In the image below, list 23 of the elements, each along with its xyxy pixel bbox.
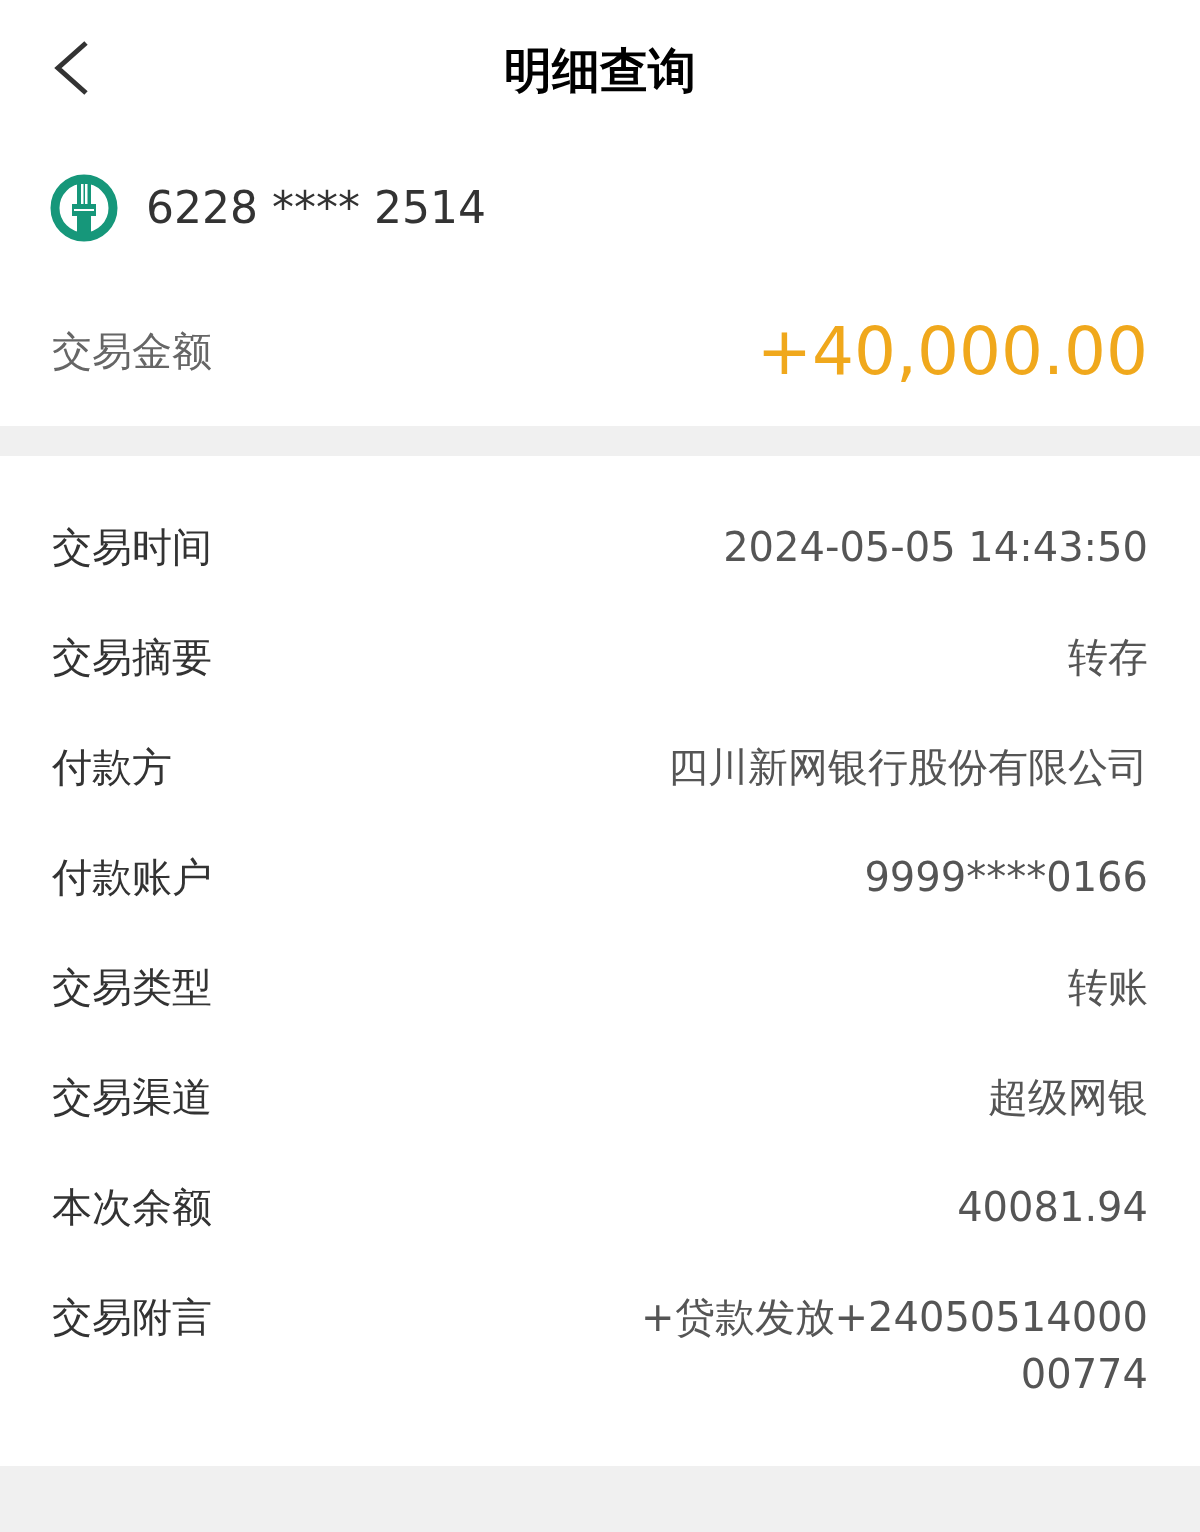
back-icon[interactable] <box>52 40 90 96</box>
detail-label: 交易时间 <box>52 523 212 572</box>
detail-value: 2024-05-05 14:43:50 <box>723 523 1148 572</box>
amount-label: 交易金额 <box>52 327 212 376</box>
detail-label: 本次余额 <box>52 1183 212 1232</box>
detail-value: 00774 <box>1020 1350 1148 1399</box>
detail-label: 交易摘要 <box>52 633 212 682</box>
detail-value: 超级网银 <box>988 1073 1148 1122</box>
detail-value: +贷款发放+24050514000 <box>641 1293 1148 1342</box>
card-number: 6228 **** 2514 <box>146 181 486 235</box>
detail-label: 付款账户 <box>52 853 212 902</box>
bank-logo-icon <box>50 174 118 242</box>
detail-label: 交易渠道 <box>52 1073 212 1122</box>
detail-label: 付款方 <box>52 743 172 792</box>
page-title: 明细查询 <box>504 41 696 100</box>
detail-value: 转账 <box>1068 963 1148 1012</box>
detail-value: 40081.94 <box>957 1183 1148 1232</box>
amount-value: +40,000.00 <box>756 311 1148 392</box>
detail-value: 转存 <box>1068 633 1148 682</box>
detail-label: 交易附言 <box>52 1293 212 1342</box>
detail-label: 交易类型 <box>52 963 212 1012</box>
detail-value: 9999****0166 <box>864 853 1148 902</box>
detail-value: 四川新网银行股份有限公司 <box>668 743 1148 792</box>
